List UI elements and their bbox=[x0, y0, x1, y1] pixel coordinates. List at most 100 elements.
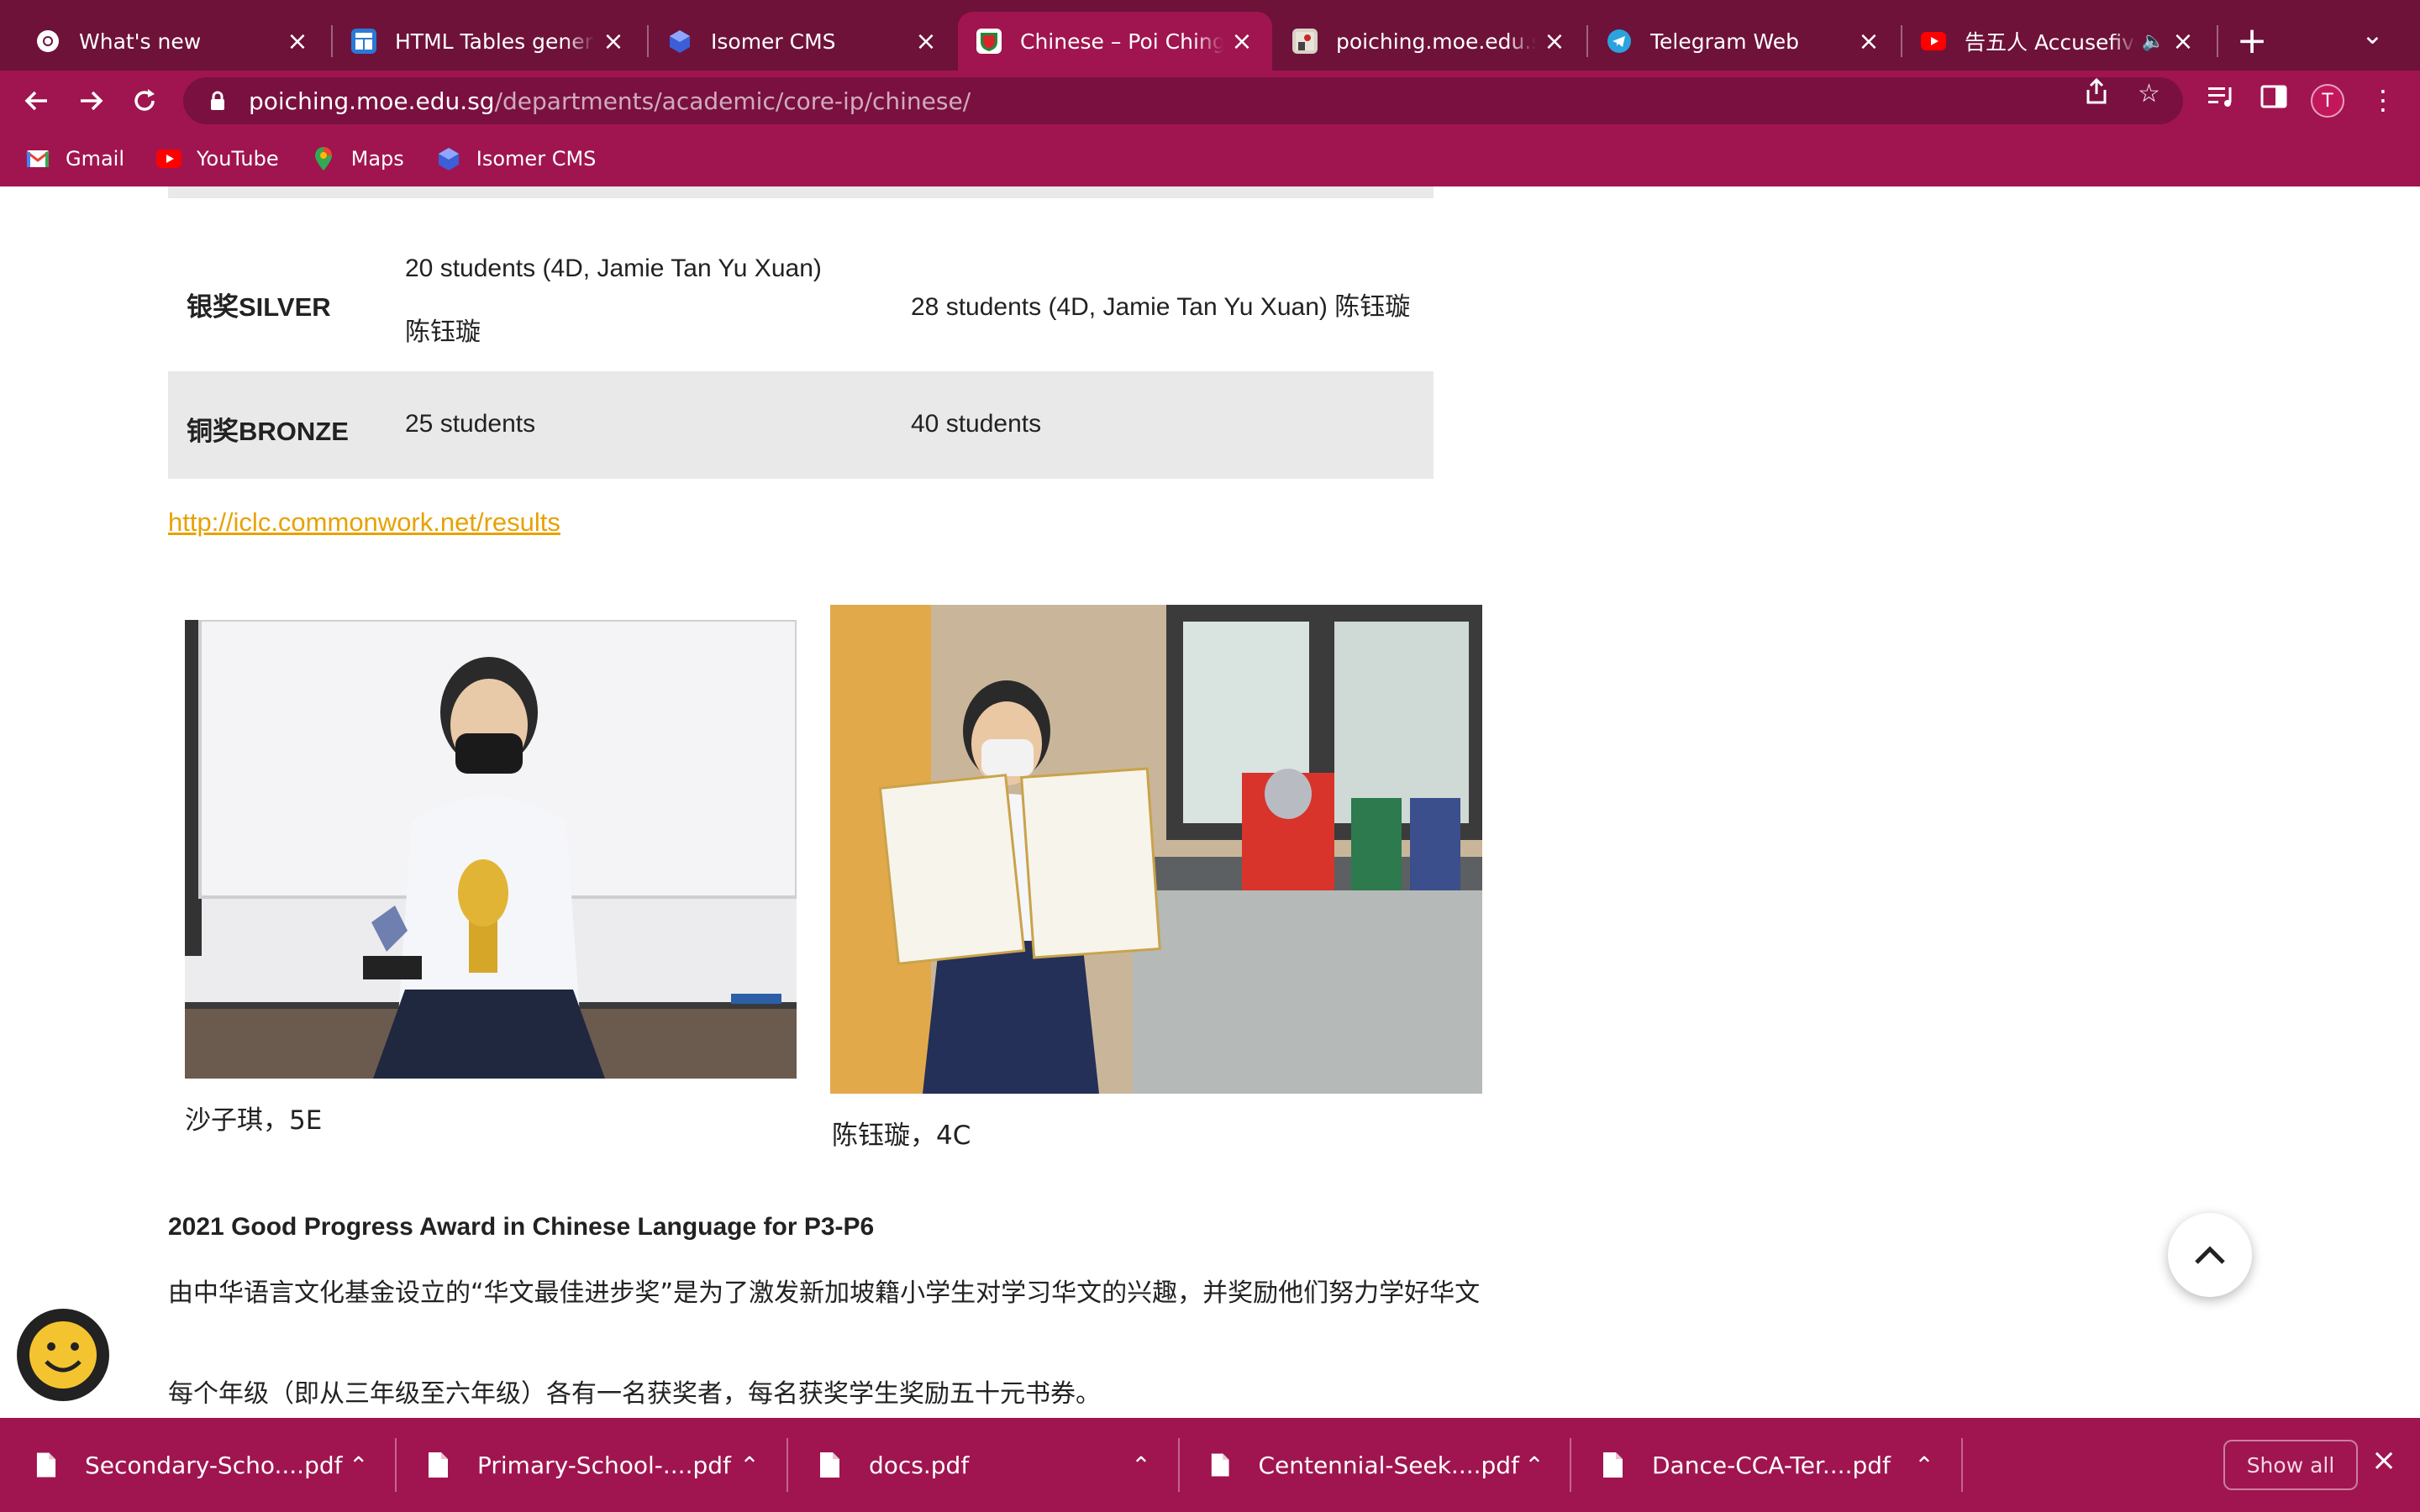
tab-title: HTML Tables generator bbox=[395, 29, 595, 54]
section-heading: 2021 Good Progress Award in Chinese Lang… bbox=[168, 1213, 875, 1241]
school-crest-icon bbox=[976, 29, 1002, 54]
download-filename: docs.pdf bbox=[869, 1451, 970, 1479]
tab-telegram-web[interactable]: Telegram Web × bbox=[1588, 12, 1899, 71]
photo-caption: 沙子琪，5E bbox=[185, 1105, 323, 1136]
bookmark-isomer-cms[interactable]: Isomer CMS bbox=[436, 146, 596, 171]
close-icon[interactable]: × bbox=[286, 27, 309, 56]
tab-strip: What's new × HTML Tables generator × Iso… bbox=[0, 0, 2420, 71]
chevron-up-icon[interactable]: ⌃ bbox=[1519, 1452, 1549, 1479]
isomer-icon bbox=[667, 29, 692, 54]
close-icon[interactable]: × bbox=[1230, 27, 1254, 56]
youtube-icon bbox=[156, 146, 182, 171]
close-icon[interactable]: × bbox=[1857, 27, 1881, 56]
table-row: 铜奖BRONZE 25 students 40 students bbox=[168, 371, 1434, 479]
file-icon bbox=[1211, 1453, 1229, 1477]
bookmark-maps[interactable]: Maps bbox=[311, 146, 404, 171]
file-icon bbox=[1603, 1452, 1623, 1478]
chevron-up-icon[interactable]: ⌃ bbox=[1124, 1452, 1158, 1479]
download-item[interactable]: Centennial-Seek....pdf ⌃ bbox=[1175, 1418, 1566, 1512]
bookmark-label: YouTube bbox=[197, 147, 279, 171]
speaker-icon[interactable]: 🔈 bbox=[2142, 31, 2165, 52]
tab-poiching-site[interactable]: poiching.moe.edu.sg × bbox=[1274, 12, 1585, 71]
file-icon bbox=[820, 1452, 839, 1478]
url-text: poiching.moe.edu.sg/departments/academic… bbox=[249, 87, 971, 115]
menu-kebab-icon[interactable]: ⋮ bbox=[2365, 84, 2402, 116]
award-label: 铜奖BRONZE bbox=[187, 417, 349, 446]
paragraph: 每个年级（即从三年级至六年级）各有一名获奖者，每名获奖学生奖励五十元书券。 bbox=[168, 1379, 1101, 1409]
download-filename: Secondary-Scho....pdf bbox=[85, 1451, 343, 1479]
student-photo bbox=[830, 605, 1482, 1094]
back-to-top-button[interactable] bbox=[2168, 1213, 2252, 1297]
tab-accusefive[interactable]: 告五人 Accusefive 🔈 × bbox=[1902, 12, 2213, 71]
arrow-left-icon bbox=[24, 91, 47, 111]
tab-title: Isomer CMS bbox=[711, 29, 836, 54]
tab-title: Chinese – Poi Ching School bbox=[1020, 29, 1223, 54]
youtube-icon bbox=[1921, 29, 1946, 54]
tab-html-tables-generator[interactable]: HTML Tables generator × bbox=[333, 12, 644, 71]
table-cell: 28 students (4D, Jamie Tan Yu Xuan) 陈钰璇 bbox=[911, 293, 1411, 321]
tab-title: Telegram Web bbox=[1650, 29, 1800, 54]
maps-icon bbox=[311, 146, 336, 171]
paragraph: 由中华语言文化基金设立的“华文最佳进步奖”是为了激发新加坡籍小学生对学习华文的兴… bbox=[168, 1278, 1481, 1308]
cell-line: 20 students (4D, Jamie Tan Yu Xuan) bbox=[405, 255, 822, 282]
side-panel-icon[interactable] bbox=[2255, 84, 2292, 116]
download-filename: Primary-School-....pdf bbox=[477, 1451, 731, 1479]
tab-title: poiching.moe.edu.sg bbox=[1336, 29, 1536, 54]
address-bar[interactable]: poiching.moe.edu.sg/departments/academic… bbox=[183, 77, 2183, 124]
telegram-icon bbox=[1607, 29, 1632, 54]
table-cell: 40 students bbox=[911, 410, 1042, 438]
new-tab-button[interactable]: + bbox=[2228, 17, 2275, 64]
chevron-up-icon[interactable]: ⌃ bbox=[343, 1452, 376, 1479]
download-item[interactable]: Primary-School-....pdf ⌃ bbox=[392, 1418, 783, 1512]
tables-generator-icon bbox=[351, 29, 376, 54]
student-photo bbox=[185, 620, 797, 1079]
close-icon[interactable]: × bbox=[602, 27, 625, 56]
bookmark-label: Gmail bbox=[66, 147, 125, 171]
download-item[interactable]: docs.pdf ⌃ bbox=[783, 1418, 1175, 1512]
lock-icon bbox=[211, 91, 224, 110]
smiley-icon bbox=[29, 1321, 97, 1389]
page-content: 银奖SILVER 20 students (4D, Jamie Tan Yu X… bbox=[0, 186, 2420, 1418]
chevron-up-icon[interactable]: ⌃ bbox=[1907, 1452, 1941, 1479]
table-row-partial bbox=[168, 186, 1434, 198]
back-button[interactable] bbox=[15, 79, 59, 123]
gmail-icon bbox=[25, 146, 50, 171]
download-filename: Dance-CCA-Ter....pdf bbox=[1652, 1451, 1891, 1479]
media-control-icon[interactable] bbox=[2203, 84, 2240, 116]
chevron-up-icon[interactable]: ⌃ bbox=[733, 1452, 766, 1479]
tab-title: 告五人 Accusefive bbox=[1965, 30, 2137, 55]
browser-toolbar: poiching.moe.edu.sg/departments/academic… bbox=[0, 71, 2420, 131]
bookmarks-bar: Gmail YouTube Maps Isomer CMS bbox=[0, 131, 2420, 186]
tab-chinese-poi-ching[interactable]: Chinese – Poi Ching School × bbox=[958, 12, 1272, 71]
site-image-icon bbox=[1292, 29, 1318, 54]
close-icon[interactable]: × bbox=[2171, 27, 2195, 56]
chevron-up-icon bbox=[2195, 1246, 2225, 1264]
show-all-downloads-button[interactable]: Show all bbox=[2223, 1440, 2358, 1490]
download-item[interactable]: Secondary-Scho....pdf ⌃ bbox=[0, 1418, 392, 1512]
feedback-smiley-button[interactable] bbox=[17, 1309, 109, 1401]
table-cell: 20 students (4D, Jamie Tan Yu Xuan) 陈钰璇 bbox=[405, 237, 876, 365]
close-icon[interactable]: × bbox=[914, 27, 938, 56]
close-icon[interactable]: × bbox=[1543, 27, 1566, 56]
profile-avatar[interactable]: T bbox=[2311, 84, 2344, 118]
chrome-icon bbox=[35, 29, 60, 54]
bookmark-youtube[interactable]: YouTube bbox=[156, 146, 279, 171]
table-cell: 25 students bbox=[405, 410, 536, 438]
download-item[interactable]: Dance-CCA-Ter....pdf ⌃ bbox=[1566, 1418, 1958, 1512]
downloads-bar: Secondary-Scho....pdf ⌃ Primary-School-.… bbox=[0, 1418, 2420, 1512]
bookmark-label: Maps bbox=[350, 147, 404, 171]
tab-isomer-cms[interactable]: Isomer CMS × bbox=[649, 12, 956, 71]
bookmark-star-icon[interactable]: ☆ bbox=[2138, 79, 2160, 108]
tab-search-chevron-icon[interactable]: ⌄ bbox=[2361, 18, 2384, 50]
award-label: 银奖SILVER bbox=[187, 292, 331, 322]
share-icon[interactable] bbox=[2084, 77, 2109, 113]
tab-whats-new[interactable]: What's new × bbox=[17, 12, 328, 71]
close-icon[interactable]: × bbox=[2371, 1443, 2396, 1478]
file-icon bbox=[36, 1452, 56, 1478]
bookmark-gmail[interactable]: Gmail bbox=[25, 146, 124, 171]
results-link[interactable]: http://iclc.commonwork.net/results bbox=[168, 507, 560, 538]
file-icon bbox=[429, 1452, 448, 1478]
download-filename: Centennial-Seek....pdf bbox=[1258, 1451, 1519, 1479]
reload-button[interactable] bbox=[123, 79, 166, 123]
forward-button[interactable] bbox=[69, 79, 113, 123]
